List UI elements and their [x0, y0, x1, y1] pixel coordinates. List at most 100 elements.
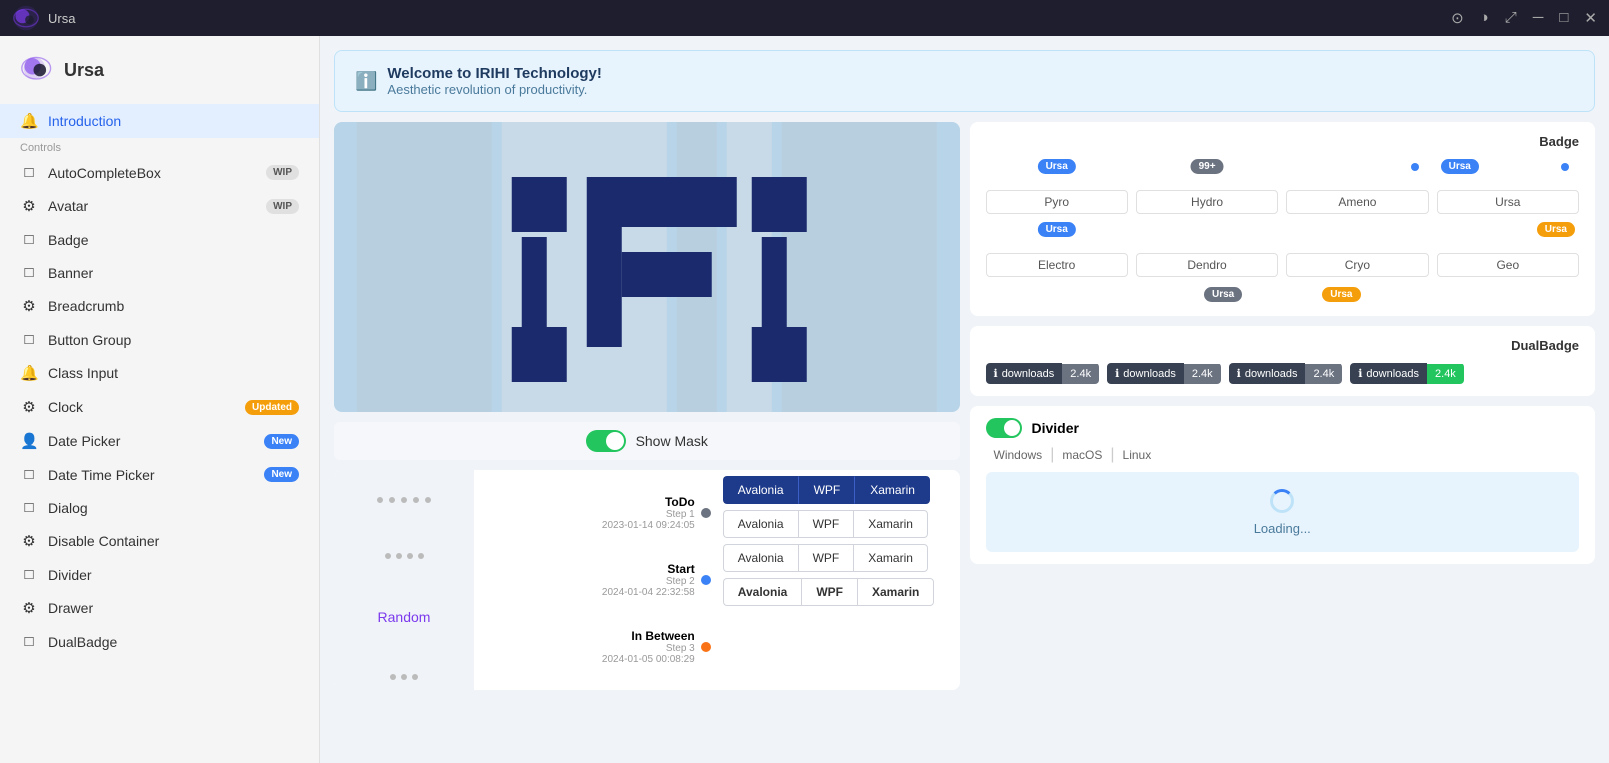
- sidebar-item-label: Introduction: [48, 113, 299, 129]
- sidebar-logo: Ursa: [0, 36, 319, 104]
- sidebar-item-label: Date Time Picker: [48, 467, 254, 483]
- btn-wpf-1[interactable]: WPF: [799, 476, 856, 504]
- sidebar-item-button-group[interactable]: □ Button Group: [0, 323, 319, 356]
- sidebar-item-label: Divider: [48, 567, 299, 583]
- maximize-icon[interactable]: □: [1559, 9, 1568, 27]
- dual-badge-right-1: 2.4k: [1062, 364, 1099, 384]
- sidebar-item-label: Disable Container: [48, 533, 299, 549]
- badge-bottom-ursa-2: Ursa: [1322, 287, 1360, 304]
- sidebar-item-avatar[interactable]: ⚙ Avatar WIP: [0, 189, 319, 223]
- info-icon-dual-3: ℹ: [1237, 367, 1241, 380]
- sidebar-item-autocomplete[interactable]: □ AutoCompleteBox WIP: [0, 156, 319, 189]
- steps-timeline: ToDo Step 1 2023-01-14 09:24:05 Start St…: [474, 470, 717, 690]
- btn-group-4: Avalonia WPF Xamarin: [723, 578, 954, 606]
- controls-section-label: Controls: [0, 138, 319, 156]
- step-date-1: 2023-01-14 09:24:05: [480, 520, 695, 531]
- info-icon-dual-2: ℹ: [1115, 367, 1119, 380]
- ifi-logo-svg: [334, 122, 960, 412]
- dot: [418, 553, 424, 559]
- dual-badge-section: DualBadge ℹ downloads 2.4k ℹ: [970, 326, 1596, 396]
- 99plus-badge: 99+: [1191, 159, 1224, 174]
- sidebar-item-class-input[interactable]: 🔔 Class Input: [0, 356, 319, 390]
- dual-badge-right-4: 2.4k: [1427, 364, 1464, 384]
- btn-xamarin-1[interactable]: Xamarin: [855, 476, 930, 504]
- electro-label: Electro: [986, 253, 1128, 277]
- window-controls: ⊙ ◑ ⤢ ─ □ ✕: [1451, 9, 1597, 27]
- btn-wpf-4[interactable]: WPF: [801, 578, 857, 606]
- step-row-3: In Between Step 3 2024-01-05 00:08:29: [480, 629, 711, 665]
- show-mask-toggle[interactable]: [586, 430, 626, 452]
- tab-windows[interactable]: Windows: [986, 446, 1051, 464]
- dot: [413, 497, 419, 503]
- ameno-dot: [1411, 163, 1419, 171]
- btn-xamarin-2[interactable]: Xamarin: [853, 510, 928, 538]
- sidebar-item-dialog[interactable]: □ Dialog: [0, 491, 319, 524]
- class-input-icon: 🔔: [20, 364, 38, 382]
- minimize-icon[interactable]: ─: [1533, 9, 1544, 27]
- sidebar-item-divider[interactable]: □ Divider: [0, 558, 319, 591]
- drawer-icon: ⚙: [20, 599, 38, 617]
- banner-icon: □: [20, 264, 38, 281]
- sidebar-item-clock[interactable]: ⚙ Clock Updated: [0, 390, 319, 424]
- sidebar-item-label: Date Picker: [48, 433, 254, 449]
- welcome-subtitle: Aesthetic revolution of productivity.: [387, 82, 601, 97]
- btn-group-2: Avalonia WPF Xamarin: [723, 510, 954, 538]
- badge-section-title: Badge: [986, 134, 1580, 149]
- theme-icon[interactable]: ◑: [1480, 9, 1489, 27]
- btn-wpf-3[interactable]: WPF: [798, 544, 854, 572]
- btn-avalonia-2[interactable]: Avalonia: [723, 510, 798, 538]
- clock-icon: ⚙: [20, 398, 38, 416]
- step-title-1: ToDo: [480, 495, 695, 509]
- btn-avalonia-4[interactable]: Avalonia: [723, 578, 802, 606]
- divider-toggle[interactable]: [986, 418, 1022, 438]
- sidebar-item-badge[interactable]: □ Badge: [0, 223, 319, 256]
- sidebar-item-breadcrumb[interactable]: ⚙ Breadcrumb: [0, 289, 319, 323]
- fullscreen-icon[interactable]: ⤢: [1505, 9, 1517, 27]
- badge-cell-electro: Ursa Electro: [986, 222, 1128, 277]
- step-dots-3: [390, 674, 418, 680]
- sidebar-item-disable-container[interactable]: ⚙ Disable Container: [0, 524, 319, 558]
- step-dots-2: [385, 553, 424, 559]
- btn-wpf-2[interactable]: WPF: [798, 510, 854, 538]
- badge-cell-cryo: Cryo: [1286, 222, 1428, 277]
- new-badge: New: [264, 434, 299, 449]
- btn-xamarin-3[interactable]: Xamarin: [853, 544, 928, 572]
- sidebar-item-label: Avatar: [48, 198, 256, 214]
- sidebar-item-dual-badge[interactable]: □ DualBadge: [0, 625, 319, 658]
- tab-macos[interactable]: macOS: [1054, 446, 1110, 464]
- sidebar-item-banner[interactable]: □ Banner: [0, 256, 319, 289]
- sidebar-item-drawer[interactable]: ⚙ Drawer: [0, 591, 319, 625]
- close-icon[interactable]: ✕: [1584, 9, 1597, 27]
- ursa-badge-ursa: Ursa: [1441, 159, 1479, 174]
- info-icon-dual: ℹ: [994, 367, 998, 380]
- github-icon[interactable]: ⊙: [1451, 9, 1464, 27]
- loading-spinner: [1270, 489, 1294, 513]
- dual-badge-4: ℹ downloads 2.4k: [1350, 363, 1464, 384]
- step-indicator-2: [701, 575, 711, 585]
- sidebar-item-date-time-picker[interactable]: □ Date Time Picker New: [0, 458, 319, 491]
- introduction-icon: 🔔: [20, 112, 38, 130]
- random-button[interactable]: Random: [362, 603, 447, 631]
- sidebar-item-label: Button Group: [48, 332, 299, 348]
- cryo-label: Cryo: [1286, 253, 1428, 277]
- btn-xamarin-4[interactable]: Xamarin: [857, 578, 934, 606]
- show-mask-label: Show Mask: [636, 433, 708, 449]
- sidebar-item-introduction[interactable]: 🔔 Introduction: [0, 104, 319, 138]
- dual-badge-icon: □: [20, 633, 38, 650]
- dual-badge-left-2: ℹ downloads: [1107, 363, 1184, 384]
- app-container: Ursa 🔔 Introduction Controls □ AutoCompl…: [0, 36, 1609, 763]
- orange-ursa-badge: Ursa: [1322, 287, 1360, 302]
- btn-avalonia-3[interactable]: Avalonia: [723, 544, 798, 572]
- sidebar-item-date-picker[interactable]: 👤 Date Picker New: [0, 424, 319, 458]
- loading-area: Loading...: [986, 472, 1580, 552]
- tab-linux[interactable]: Linux: [1115, 446, 1160, 464]
- badge-bottom-row: Ursa Ursa: [986, 287, 1580, 304]
- btn-avalonia-1[interactable]: Avalonia: [723, 476, 799, 504]
- loading-text: Loading...: [1254, 521, 1311, 536]
- badge-cell-hydro: 99+ Hydro: [1136, 159, 1278, 214]
- wip-badge: WIP: [266, 199, 299, 214]
- dual-badge-2: ℹ downloads 2.4k: [1107, 363, 1221, 384]
- sidebar-item-label: Breadcrumb: [48, 298, 299, 314]
- welcome-banner: ℹ️ Welcome to IRIHI Technology! Aestheti…: [334, 50, 1595, 112]
- ursa-dot: [1561, 163, 1569, 171]
